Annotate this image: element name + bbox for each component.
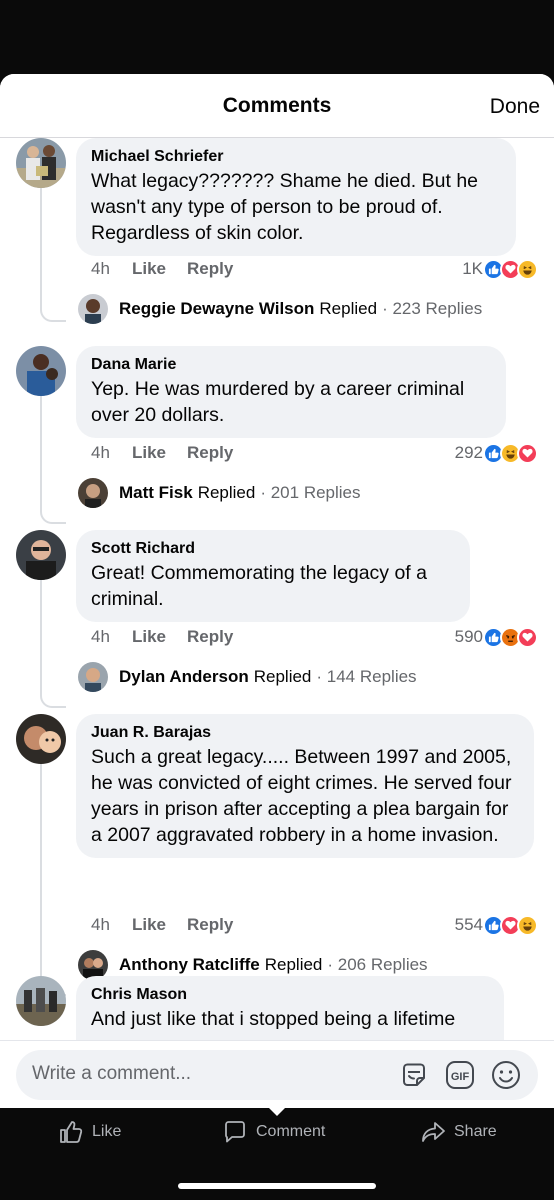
reply-verb: Replied	[197, 483, 256, 502]
comment-bubble[interactable]: Chris Mason And just like that i stopped…	[76, 976, 504, 1040]
reaction-summary[interactable]: 1K	[462, 258, 538, 280]
thumbs-up-icon	[60, 1121, 83, 1143]
comment-button-label: Comment	[256, 1123, 326, 1140]
comment-composer: Write a comment... GIF	[0, 1040, 554, 1108]
comment-time: 4h	[91, 915, 110, 934]
reply-author[interactable]: Matt Fisk	[119, 483, 193, 503]
comment-time: 4h	[91, 259, 110, 278]
sheet-header: Comments Done	[0, 74, 554, 138]
reply-verb: Replied	[319, 299, 378, 318]
comment-bubble[interactable]: Scott Richard Great! Commemorating the l…	[76, 530, 470, 622]
comment-bubble[interactable]: Michael Schriefer What legacy??????? Sha…	[76, 138, 516, 256]
home-indicator[interactable]	[178, 1183, 376, 1189]
like-link[interactable]: Like	[132, 915, 166, 935]
love-icon	[517, 626, 538, 648]
share-icon	[422, 1122, 445, 1142]
comment-author[interactable]: Dana Marie	[91, 355, 490, 375]
haha-icon	[517, 914, 538, 936]
gif-icon[interactable]: GIF	[444, 1059, 476, 1091]
comment-author[interactable]: Scott Richard	[91, 539, 454, 559]
reaction-count: 554	[454, 915, 483, 934]
comment-text: And just like that i stopped being a lif…	[91, 1008, 456, 1030]
share-button[interactable]: Share	[420, 1118, 497, 1146]
reply-count[interactable]: · 201 Replies	[260, 483, 360, 503]
screen: Comments Done Michael Schriefer What leg…	[0, 0, 554, 1200]
comment-text: Yep. He was murdered by a career crimina…	[91, 378, 465, 426]
reply-author[interactable]: Dylan Anderson	[119, 667, 249, 687]
comment-icon	[225, 1121, 245, 1143]
reaction-summary[interactable]: 554	[455, 914, 538, 936]
reply-count[interactable]: · 144 Replies	[316, 667, 416, 687]
reply-preview[interactable]: Dylan Anderson Replied · 144 Replies	[78, 661, 417, 693]
reply-link[interactable]: Reply	[187, 915, 233, 935]
comment-text: Such a great legacy..... Between 1997 an…	[91, 746, 512, 846]
comment-list[interactable]: Michael Schriefer What legacy??????? Sha…	[0, 138, 554, 1040]
reply-verb: Replied	[264, 955, 323, 974]
like-button-label: Like	[92, 1123, 122, 1140]
comment-bubble[interactable]: Juan R. Barajas Such a great legacy.....…	[76, 714, 534, 858]
reply-preview[interactable]: Reggie Dewayne Wilson Replied · 223 Repl…	[78, 293, 482, 325]
reply-verb: Replied	[253, 667, 312, 686]
share-button-label: Share	[454, 1123, 497, 1140]
reply-preview[interactable]: Matt Fisk Replied · 201 Replies	[78, 477, 361, 509]
avatar[interactable]	[16, 346, 66, 396]
comment-input-box[interactable]: Write a comment... GIF	[16, 1050, 538, 1100]
reply-count[interactable]: · 223 Replies	[382, 299, 482, 319]
svg-text:GIF: GIF	[451, 1071, 470, 1083]
haha-icon	[517, 258, 538, 280]
reply-link[interactable]: Reply	[187, 259, 233, 279]
avatar[interactable]	[16, 976, 66, 1026]
avatar[interactable]	[16, 714, 66, 764]
comment-bubble[interactable]: Dana Marie Yep. He was murdered by a car…	[76, 346, 506, 438]
comment-input[interactable]: Write a comment...	[32, 1063, 191, 1085]
reply-author[interactable]: Anthony Ratcliffe	[119, 955, 260, 975]
love-icon	[517, 442, 538, 464]
reaction-count: 590	[454, 627, 483, 646]
reaction-count: 292	[454, 443, 483, 462]
comment-text: Great! Commemorating the legacy of a cri…	[91, 562, 427, 610]
like-button[interactable]: Like	[58, 1118, 121, 1146]
comment-time: 4h	[91, 443, 110, 462]
like-link[interactable]: Like	[132, 443, 166, 463]
emoji-icon[interactable]	[490, 1059, 522, 1091]
like-link[interactable]: Like	[132, 259, 166, 279]
comment-author[interactable]: Juan R. Barajas	[91, 723, 518, 743]
reaction-count: 1K	[462, 259, 483, 278]
comment-text: What legacy??????? Shame he died. But he…	[91, 170, 479, 244]
comment-time: 4h	[91, 627, 110, 646]
reply-link[interactable]: Reply	[187, 443, 233, 463]
comment-author[interactable]: Chris Mason	[91, 985, 488, 1005]
reply-count[interactable]: · 206 Replies	[327, 955, 427, 975]
avatar[interactable]	[16, 530, 66, 580]
like-link[interactable]: Like	[132, 627, 166, 647]
thread-line	[40, 576, 66, 708]
thread-line	[40, 760, 66, 996]
sheet-title: Comments	[222, 94, 332, 117]
sheet-pointer	[268, 1107, 286, 1116]
comment-button[interactable]: Comment	[222, 1118, 325, 1146]
reply-author[interactable]: Reggie Dewayne Wilson	[119, 299, 314, 319]
reply-avatar	[78, 662, 108, 692]
avatar[interactable]	[16, 138, 66, 188]
thread-line	[40, 182, 66, 322]
reply-avatar	[78, 478, 108, 508]
reaction-summary[interactable]: 590	[455, 626, 538, 648]
comments-sheet: Comments Done Michael Schriefer What leg…	[0, 74, 554, 1108]
reply-link[interactable]: Reply	[187, 627, 233, 647]
thread-line	[40, 392, 66, 524]
reply-avatar	[78, 294, 108, 324]
sticker-icon[interactable]	[398, 1059, 430, 1091]
reaction-summary[interactable]: 292	[455, 442, 538, 464]
comment-author[interactable]: Michael Schriefer	[91, 147, 500, 167]
done-button[interactable]: Done	[490, 95, 540, 119]
